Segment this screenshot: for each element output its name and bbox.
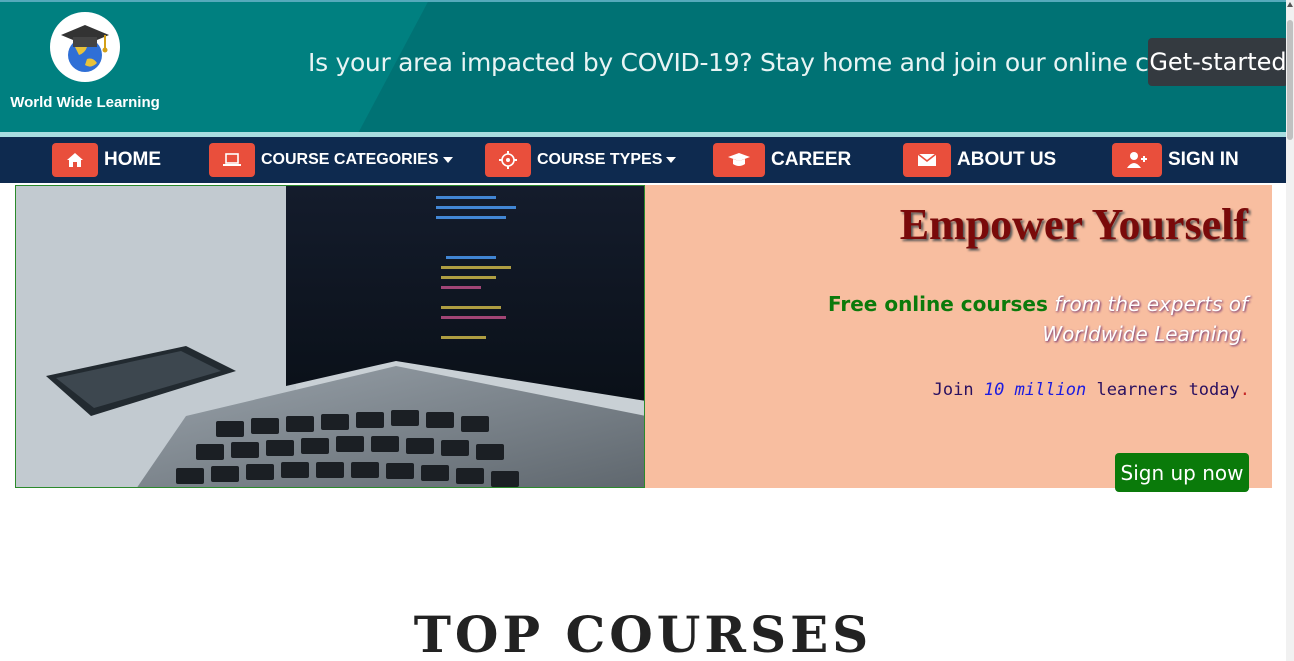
- hero-laptop-image: [15, 185, 645, 488]
- hero-subtext-suffix: learners today: [1086, 380, 1240, 400]
- get-started-button[interactable]: Get-started: [1148, 38, 1286, 86]
- laptop-icon: [209, 143, 255, 177]
- nav-label-about-us: ABOUT US: [957, 149, 1057, 170]
- hero-tagline-rest: from the experts of Worldwide Learning.: [1042, 292, 1248, 346]
- gear-icon: [485, 143, 531, 177]
- scroll-up-icon[interactable]: [1287, 2, 1293, 7]
- hero-panel: Empower Yourself Free online courses fro…: [645, 185, 1272, 492]
- hero-subtext-prefix: Join: [932, 380, 984, 400]
- chevron-down-icon: [666, 157, 677, 163]
- section-title-top-courses: TOP COURSES: [413, 605, 873, 661]
- hero-subtext-highlight: 10 million: [983, 380, 1087, 400]
- hero-title: Empower Yourself: [899, 200, 1248, 249]
- nav-label-career: CAREER: [771, 149, 852, 170]
- hero-tagline-highlight: Free online courses: [827, 292, 1048, 316]
- nav-item-career[interactable]: CAREER: [713, 143, 851, 177]
- nav-label-home: HOME: [104, 149, 161, 170]
- hero-subtext-end: .: [1239, 380, 1250, 400]
- chevron-down-icon: [442, 157, 453, 163]
- logo-icon: [50, 12, 120, 82]
- site-header: World Wide Learning Is your area impacte…: [0, 0, 1286, 132]
- nav-item-sign-in[interactable]: SIGN IN: [1112, 143, 1239, 177]
- nav-label-course-types: COURSE TYPES: [537, 151, 663, 168]
- main-nav: HOME COURSE CATEGORIES COURSE TYPES CARE…: [0, 137, 1286, 183]
- scroll-thumb[interactable]: [1287, 20, 1293, 140]
- nav-label-course-categories: COURSE CATEGORIES: [261, 151, 439, 168]
- nav-item-about-us[interactable]: ABOUT US: [903, 143, 1056, 177]
- nav-item-course-types[interactable]: COURSE TYPES: [485, 143, 677, 177]
- user-plus-icon: [1112, 143, 1162, 177]
- signup-button[interactable]: Sign up now: [1115, 453, 1249, 492]
- home-icon: [52, 143, 98, 177]
- logo-text: World Wide Learning: [10, 94, 160, 111]
- page-scrollbar[interactable]: [1286, 0, 1294, 661]
- logo[interactable]: World Wide Learning: [0, 12, 170, 111]
- nav-item-home[interactable]: HOME: [52, 143, 161, 177]
- hero-subtext: Join 10 million learners today.: [933, 380, 1250, 400]
- nav-item-course-categories[interactable]: COURSE CATEGORIES: [209, 143, 453, 177]
- covid-announcement: Is your area impacted by COVID-19? Stay …: [308, 48, 1238, 77]
- graduation-cap-icon: [713, 143, 765, 177]
- nav-label-sign-in: SIGN IN: [1168, 149, 1239, 170]
- envelope-icon: [903, 143, 951, 177]
- hero-tagline: Free online courses from the experts of …: [728, 289, 1248, 349]
